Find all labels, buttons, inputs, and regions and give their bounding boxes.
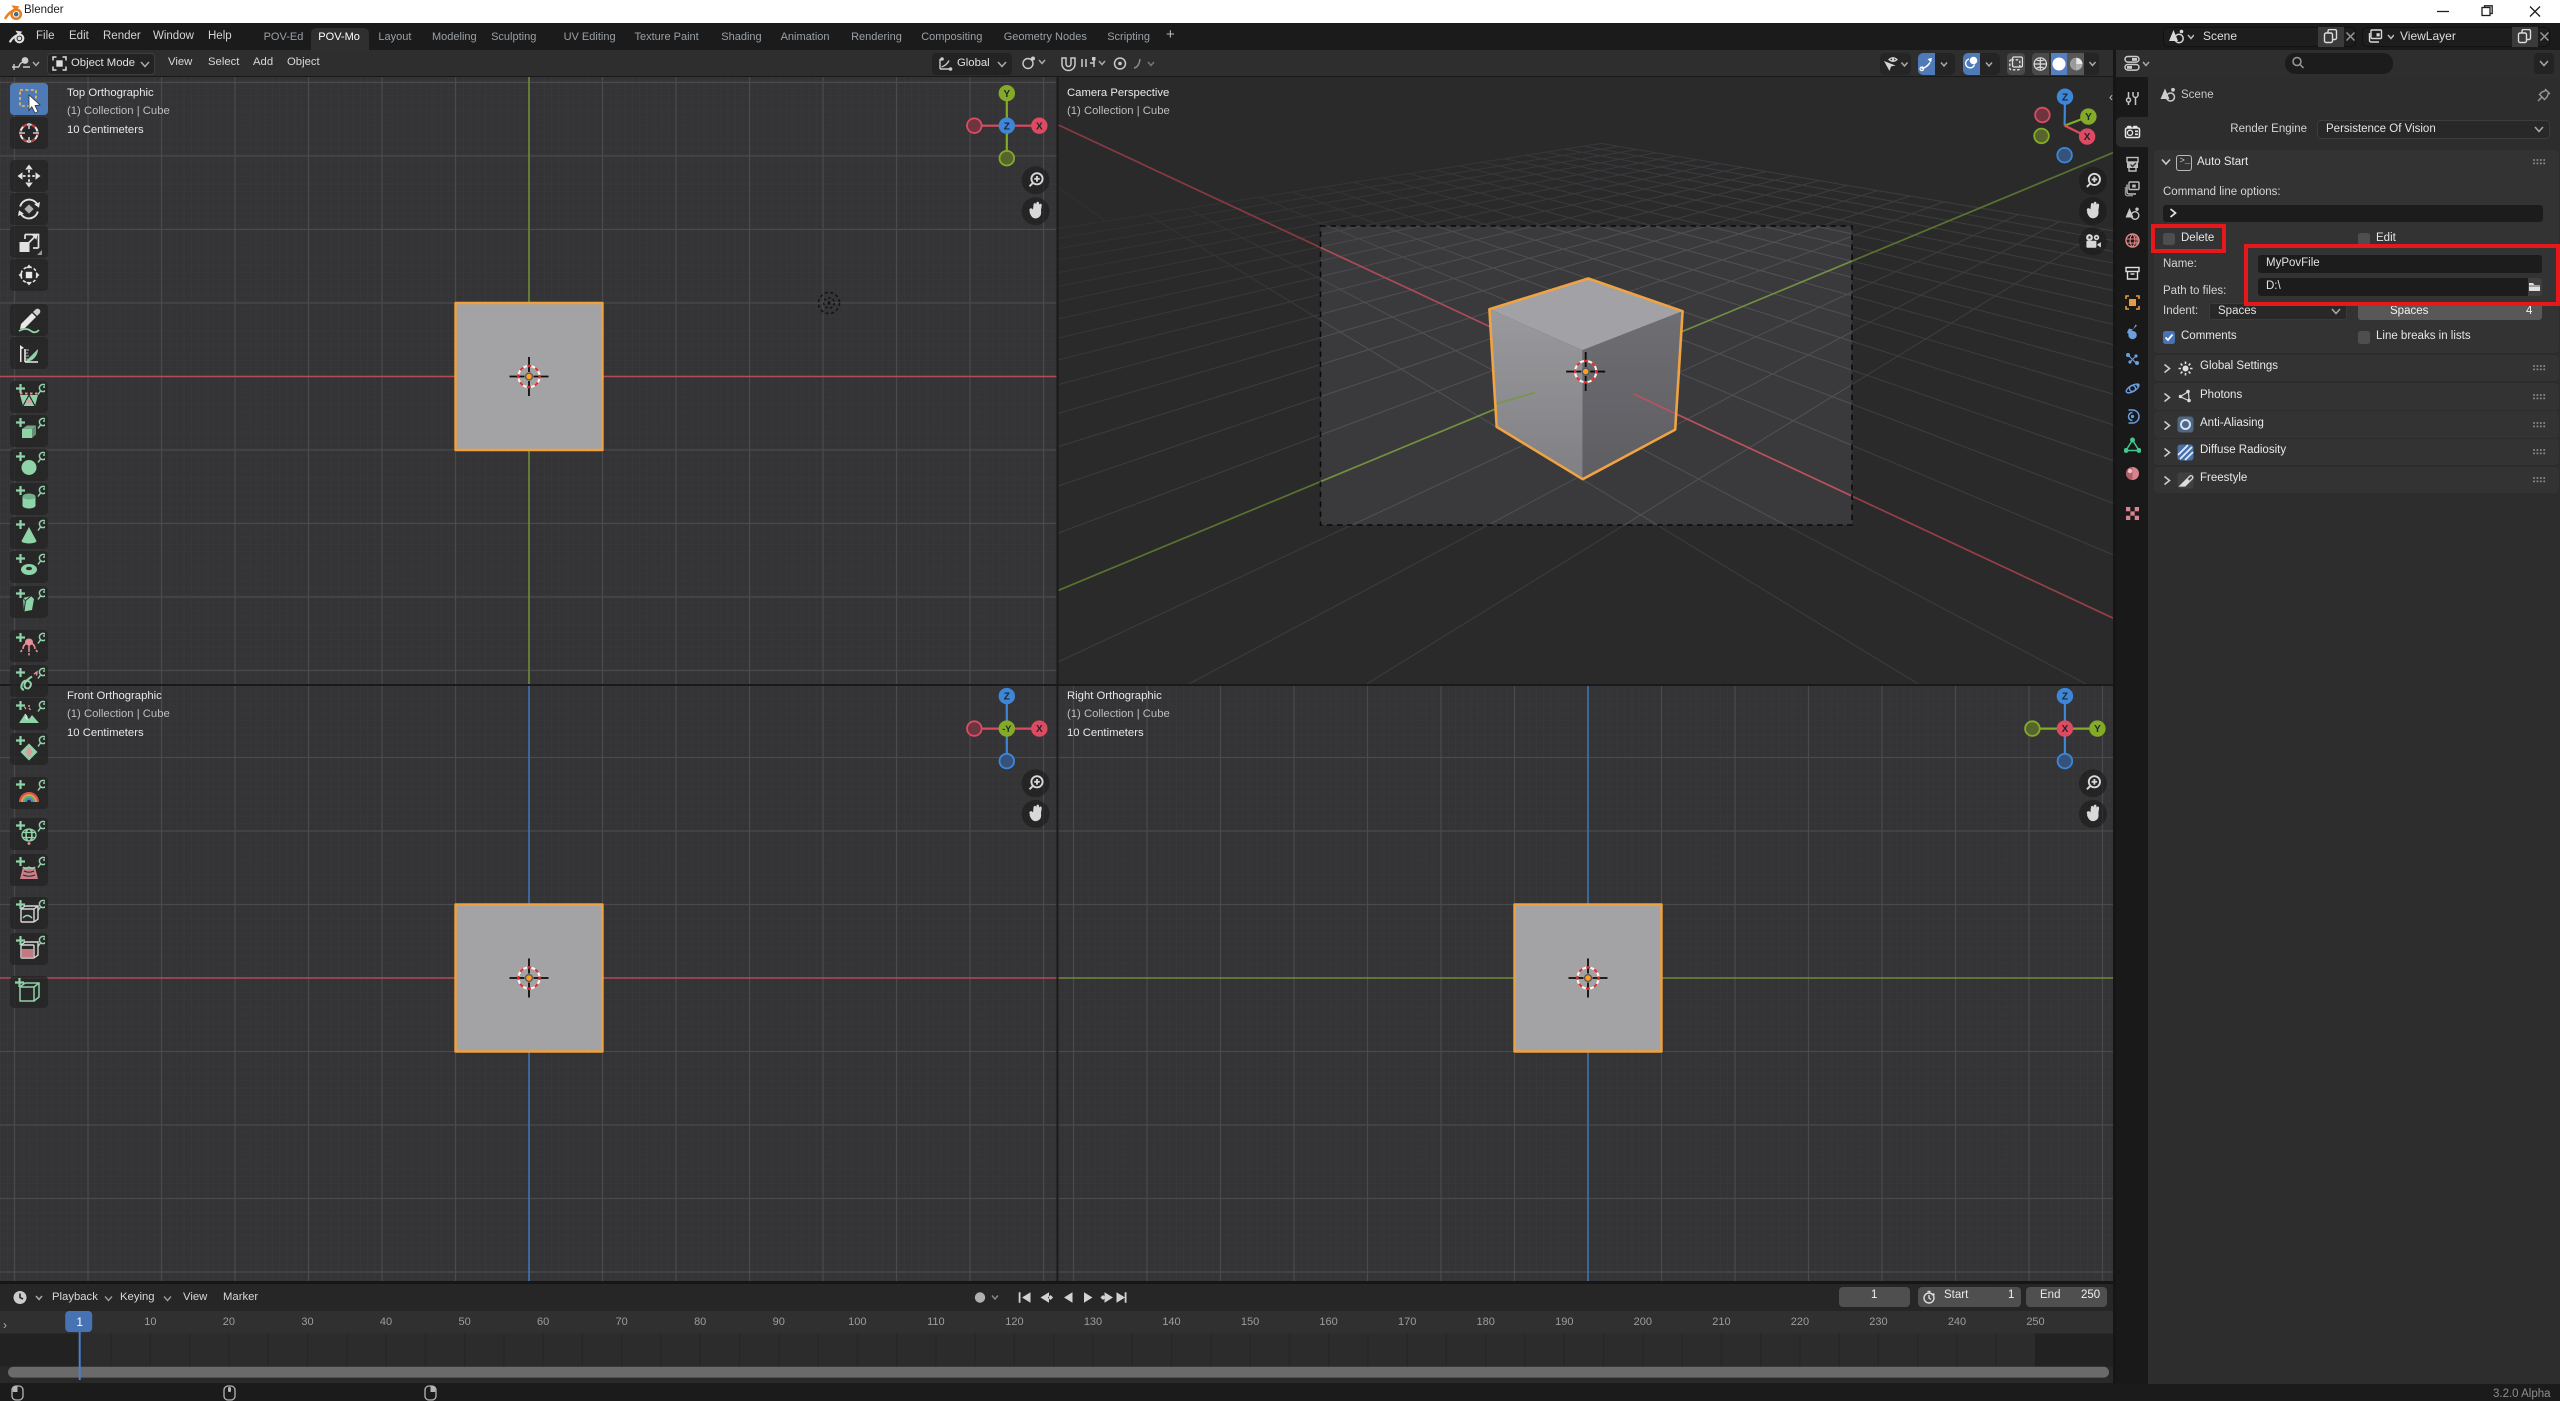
svg-text:Z: Z: [2062, 92, 2068, 103]
svg-text:X: X: [2084, 132, 2091, 143]
svg-text:Y: Y: [2085, 112, 2092, 123]
svg-text:10: 10: [144, 1316, 156, 1328]
svg-text:80: 80: [694, 1316, 706, 1328]
svg-text:∞: ∞: [26, 396, 33, 406]
svg-text:120: 120: [1005, 1316, 1023, 1328]
svg-text:100: 100: [848, 1316, 866, 1328]
svg-text:140: 140: [1162, 1316, 1180, 1328]
svg-text:130: 130: [1084, 1316, 1102, 1328]
svg-text:40: 40: [380, 1316, 392, 1328]
svg-text:160: 160: [1319, 1316, 1337, 1328]
svg-text:Z: Z: [1004, 121, 1010, 132]
svg-text:Y: Y: [1003, 89, 1010, 100]
svg-text:›: ›: [3, 1318, 7, 1332]
svg-text:200: 200: [1634, 1316, 1652, 1328]
svg-text:20: 20: [223, 1316, 235, 1328]
svg-text:X: X: [1036, 724, 1043, 735]
svg-text:X: X: [1036, 121, 1043, 132]
svg-text:90: 90: [773, 1316, 785, 1328]
svg-text:170: 170: [1398, 1316, 1416, 1328]
svg-text:70: 70: [616, 1316, 628, 1328]
svg-text:Y: Y: [2094, 724, 2101, 735]
svg-text:Z: Z: [1004, 692, 1010, 703]
svg-text:240: 240: [1948, 1316, 1966, 1328]
svg-text:-Y: -Y: [1002, 724, 1011, 734]
svg-text:250: 250: [2026, 1316, 2044, 1328]
svg-text:210: 210: [1712, 1316, 1730, 1328]
svg-text:1: 1: [76, 1315, 83, 1329]
svg-text:X: X: [2062, 724, 2069, 735]
svg-text:220: 220: [1791, 1316, 1809, 1328]
svg-text:50: 50: [458, 1316, 470, 1328]
svg-text:180: 180: [1477, 1316, 1495, 1328]
svg-text:60: 60: [537, 1316, 549, 1328]
svg-text:230: 230: [1869, 1316, 1887, 1328]
svg-text:190: 190: [1555, 1316, 1573, 1328]
svg-text:30: 30: [301, 1316, 313, 1328]
svg-text:110: 110: [927, 1316, 945, 1328]
svg-text:150: 150: [1241, 1316, 1259, 1328]
svg-text:Z: Z: [2062, 692, 2068, 703]
